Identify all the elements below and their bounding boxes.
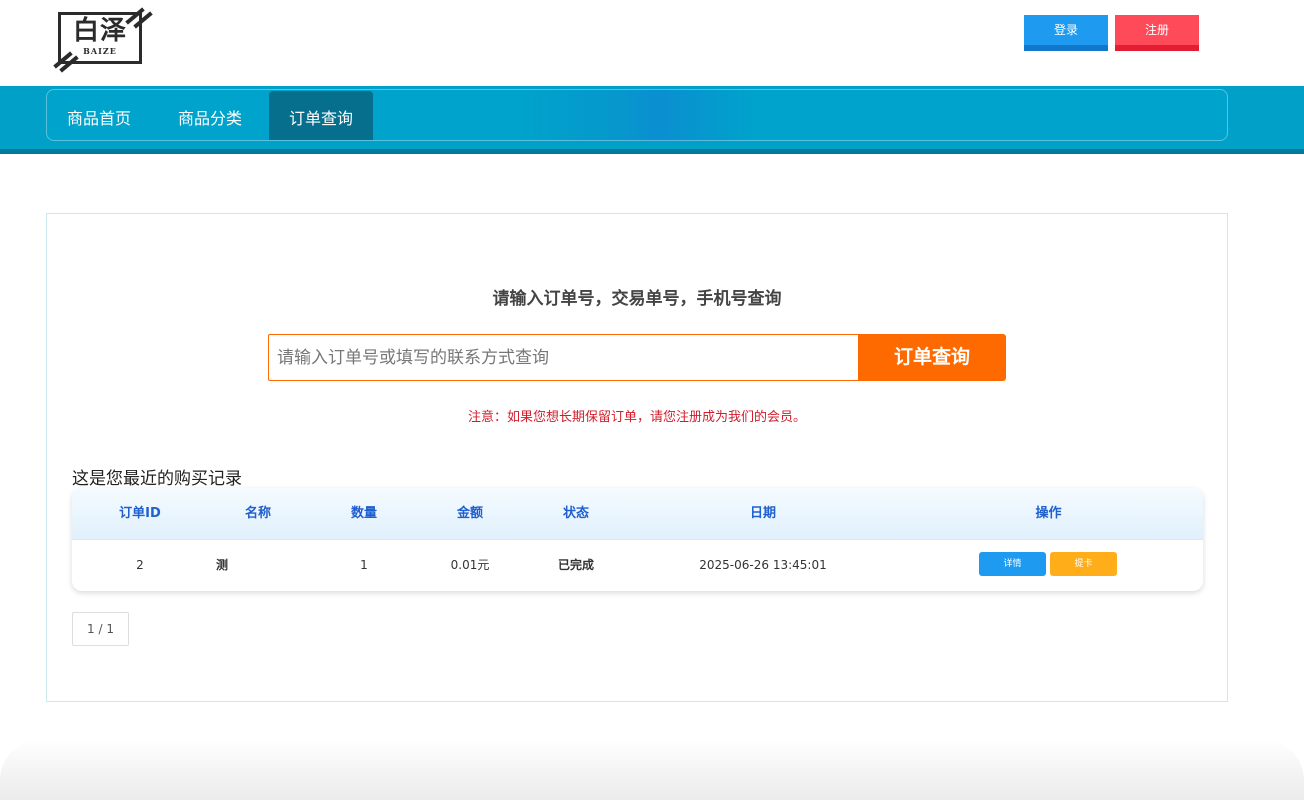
column-header-actions: 操作 [1035,506,1062,521]
nav-item-order-query[interactable]: 订单查询 [269,91,374,140]
nav-item-home[interactable]: 商品首页 [47,90,151,140]
amount-cell: 0.01元 [450,558,490,572]
column-header-date: 日期 [749,506,776,521]
date-cell: 2025-06-26 13:45:01 [699,558,827,572]
detail-button[interactable]: 详情 [979,552,1046,576]
order-query-button[interactable]: 订单查询 [858,334,1006,381]
column-header-status: 状态 [562,506,589,521]
logo-subtext: BAIZE [83,46,117,56]
product-name-link[interactable]: 测 [208,540,316,591]
retrieve-card-button[interactable]: 提卡 [1050,552,1117,576]
column-header-name: 名称 [244,506,271,521]
pagination[interactable]: 1 / 1 [72,612,129,646]
quantity-cell: 1 [360,558,368,572]
nav-item-categories[interactable]: 商品分类 [158,90,262,140]
footer [0,740,1304,800]
actions-cell: 详情 提卡 [894,540,1203,591]
order-query-panel: 请输入订单号，交易单号，手机号查询 订单查询 注意：如果您想长期保留订单，请您注… [46,213,1228,702]
column-header-amount: 金额 [456,506,483,521]
records-title: 这是您最近的购买记录 [72,469,242,489]
order-id-cell: 2 [136,558,144,572]
notice-text: 注意：如果您想长期保留订单，请您注册成为我们的会员。 [467,410,806,425]
table-header: 订单ID 名称 数量 金额 状态 日期 操作 [72,488,1203,540]
column-header-qty: 数量 [350,506,377,521]
column-header-id: 订单ID [119,506,161,521]
nav-bar: 商品首页 商品分类 订单查询 [0,86,1304,154]
status-badge: 已完成 [557,558,594,572]
site-logo[interactable]: 白泽 BAIZE [52,6,153,73]
query-title: 请输入订单号，交易单号，手机号查询 [492,289,782,309]
records-table: 订单ID 名称 数量 金额 状态 日期 操作 2 测 1 0.01元 已完成 2… [72,488,1203,591]
order-search-input[interactable] [268,334,858,381]
nav-inner: 商品首页 商品分类 订单查询 [46,89,1228,141]
logo-text: 白泽 [72,16,127,46]
top-header: 白泽 BAIZE 登录 注册 [0,0,1304,86]
register-button[interactable]: 注册 [1115,15,1199,51]
table-row: 2 测 1 0.01元 已完成 2025-06-26 13:45:01 详情 提… [72,540,1203,591]
login-button[interactable]: 登录 [1024,15,1108,51]
